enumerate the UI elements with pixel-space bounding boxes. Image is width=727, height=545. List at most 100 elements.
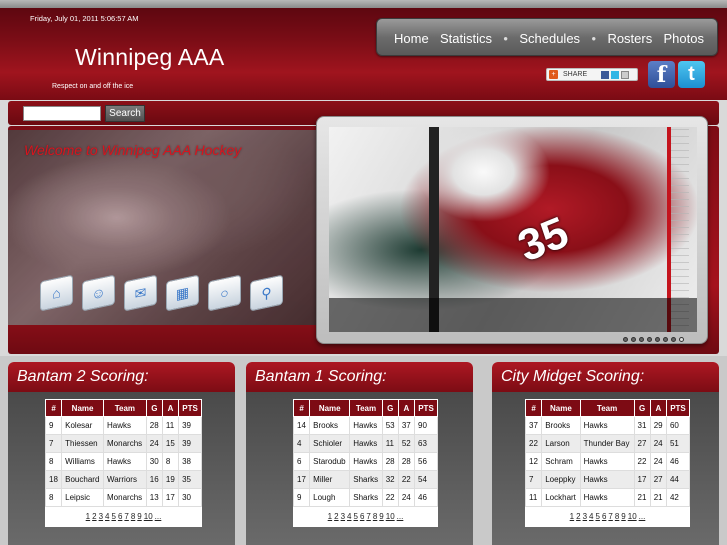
slider-dot[interactable] [631,337,636,342]
table-row: 14 Brooks Hawks 53 37 90 [292,416,438,435]
page-link[interactable]: 1 [570,512,574,521]
twitter-icon[interactable]: t [678,61,705,88]
column-header: Team [349,399,383,417]
slider-dot[interactable] [671,337,676,342]
page-link-more[interactable]: ... [397,512,404,521]
page-link[interactable]: 9 [621,512,625,521]
table-row: 11 Lockhart Hawks 21 21 42 [524,488,691,507]
welcome-heading: Welcome to Winnipeg AAA Hockey [24,142,242,158]
slider-dot[interactable] [623,337,628,342]
table-row: 7 Thiessen Monarchs 24 15 39 [44,434,202,453]
page-link[interactable]: 1 [328,512,332,521]
column-header: G [633,399,651,417]
page-link[interactable]: 8 [373,512,377,521]
page-link[interactable]: 10 [628,512,637,521]
pagination: 1 2 3 4 5 6 7 8 9 10... [45,506,202,527]
pagination: 1 2 3 4 5 6 7 8 9 10... [293,506,438,527]
scoring-table: # Name Team G A PTS 37 Brooks Hawks 31 29 60 … [524,399,691,527]
search-input[interactable] [23,106,101,121]
slider-dot[interactable] [655,337,660,342]
scoring-table: # Name Team G A PTS 9 Kolesar Hawks 28 11 39 … [44,399,202,527]
nav-separator-icon: ● [503,33,509,43]
quick-links: ⌂ ☺ ✉ ▦ ○ ⚲ [40,274,283,312]
page-link[interactable]: 7 [366,512,370,521]
pagination: 1 2 3 4 5 6 7 8 9 10... [525,506,690,527]
page-link[interactable]: 5 [353,512,357,521]
page-link[interactable]: 1 [86,512,90,521]
email-icon[interactable]: ✉ [124,274,157,312]
page-link[interactable]: 2 [92,512,96,521]
page-link[interactable]: 6 [118,512,122,521]
page-link[interactable]: 8 [131,512,135,521]
nav-home[interactable]: Home [394,31,429,46]
page-link[interactable]: 10 [144,512,153,521]
users-icon[interactable]: ☺ [82,274,115,312]
nav-rosters[interactable]: Rosters [607,31,652,46]
search-icon[interactable]: ⚲ [250,274,283,312]
page-link[interactable]: 4 [589,512,593,521]
column-header: Name [61,399,105,417]
panel-title: Bantam 2 Scoring: [8,362,235,392]
share-button[interactable]: + SHARE [546,68,638,81]
page-link[interactable]: 3 [583,512,587,521]
slider-dot[interactable] [647,337,652,342]
image-slider: 35 [316,116,708,344]
page-link[interactable]: 4 [347,512,351,521]
page-link[interactable]: 3 [99,512,103,521]
chat-icon[interactable]: ○ [208,274,241,312]
column-header: # [524,399,543,417]
page-link[interactable]: 7 [608,512,612,521]
page-link[interactable]: 6 [602,512,606,521]
page-link[interactable]: 5 [111,512,115,521]
table-row: 22 Larson Thunder Bay 27 24 51 [524,434,691,453]
page-link[interactable]: 9 [137,512,141,521]
page-link[interactable]: 5 [595,512,599,521]
search-button[interactable]: Search [105,105,145,122]
page-link[interactable]: 10 [386,512,395,521]
nav-schedules[interactable]: Schedules [519,31,580,46]
table-row: 7 Loeppky Hawks 17 27 44 [524,470,691,489]
page-link[interactable]: 4 [105,512,109,521]
page-link[interactable]: 9 [379,512,383,521]
page-link[interactable]: 3 [341,512,345,521]
page-link[interactable]: 7 [124,512,128,521]
page-link[interactable]: 6 [360,512,364,521]
nav-photos[interactable]: Photos [664,31,704,46]
plus-icon: + [549,70,558,79]
current-date: Friday, July 01, 2011 5:06:57 AM [30,14,139,23]
twitter-mini-icon [611,70,620,79]
column-header: # [44,399,63,417]
site-header: Friday, July 01, 2011 5:06:57 AM Winnipe… [0,8,727,100]
site-title[interactable]: Winnipeg AAA [75,44,224,71]
nav-separator-icon: ● [591,33,597,43]
slider-dot[interactable] [663,337,668,342]
facebook-icon[interactable]: f [648,61,675,88]
nav-statistics[interactable]: Statistics [440,31,492,46]
table-row: 4 Schioler Hawks 11 52 63 [292,434,438,453]
slider-dot-active[interactable] [679,337,684,342]
column-header: A [161,399,180,417]
column-header: Name [541,399,581,417]
page-link-more[interactable]: ... [155,512,162,521]
email-mini-icon [621,70,630,79]
column-header: A [649,399,667,417]
scoring-table: # Name Team G A PTS 14 Brooks Hawks 53 37 90 … [292,399,438,527]
slider-pagination [623,337,684,342]
calendar-icon[interactable]: ▦ [166,274,199,312]
page-link[interactable]: 2 [334,512,338,521]
jersey-number: 35 [511,207,576,272]
table-row: 6 Starodub Hawks 28 28 56 [292,452,438,471]
home-icon[interactable]: ⌂ [40,274,73,312]
slider-dot[interactable] [639,337,644,342]
page-link[interactable]: 2 [576,512,580,521]
table-row: 12 Schram Hawks 22 24 46 [524,452,691,471]
top-strip [0,0,727,8]
page-link-more[interactable]: ... [639,512,646,521]
page-link[interactable]: 8 [615,512,619,521]
table-row: 37 Brooks Hawks 31 29 60 [524,416,691,435]
column-header: Name [309,399,351,417]
panel-title: Bantam 1 Scoring: [246,362,473,392]
share-label: SHARE [563,71,588,78]
column-header: PTS [665,399,691,417]
site-tagline: Respect on and off the ice [52,83,134,90]
